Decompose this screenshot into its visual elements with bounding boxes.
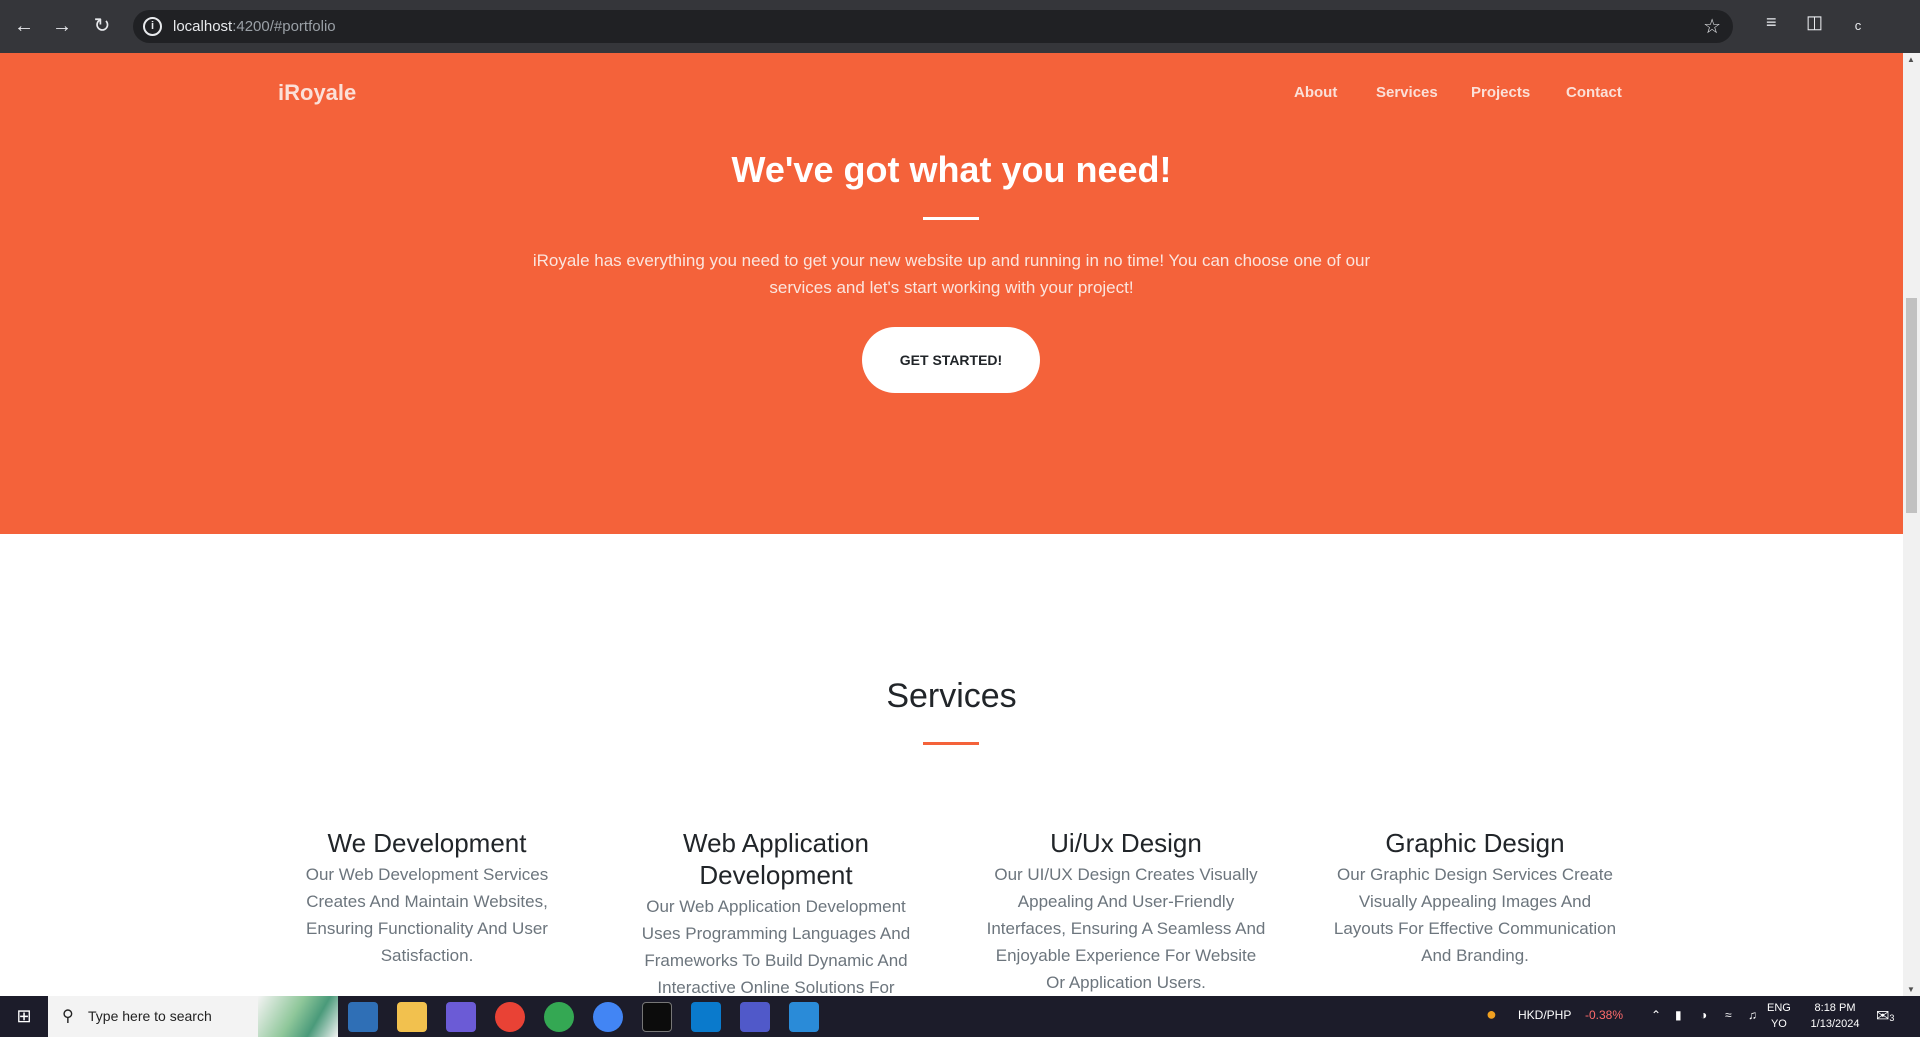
service-title: We Development bbox=[327, 828, 527, 858]
service-title: Graphic Design bbox=[1385, 828, 1565, 858]
service-card-web-application: Web Application Development Our Web Appl… bbox=[626, 827, 926, 996]
chrome-profile-icon[interactable] bbox=[544, 1002, 574, 1032]
language-indicator[interactable]: ENG YO bbox=[1767, 1000, 1791, 1032]
app-icon[interactable] bbox=[446, 1002, 476, 1032]
service-card-web-development: We Development Our Web Development Servi… bbox=[277, 827, 577, 969]
ticker-change: -0.38% bbox=[1585, 1008, 1624, 1022]
search-highlight-image bbox=[258, 996, 338, 1037]
web-page: iRoyale About Services Projects Contact … bbox=[0, 53, 1903, 996]
service-description: Our Web Application Development Uses Pro… bbox=[641, 897, 911, 996]
taskbar-search[interactable]: ⚲ Type here to search bbox=[48, 996, 338, 1037]
terminal-icon[interactable] bbox=[642, 1002, 672, 1032]
forward-icon[interactable]: → bbox=[48, 12, 76, 40]
site-info-icon[interactable]: i bbox=[143, 17, 162, 36]
url-text[interactable]: localhost:4200/#portfolio bbox=[173, 18, 336, 35]
search-icon: ⚲ bbox=[62, 1008, 74, 1025]
windows-taskbar: ⊞ ⚲ Type here to search ● HKD/PHP -0.38%… bbox=[0, 996, 1920, 1037]
chrome-active-icon[interactable] bbox=[593, 1002, 623, 1032]
photos-icon[interactable] bbox=[789, 1002, 819, 1032]
vscode-icon[interactable] bbox=[691, 1002, 721, 1032]
url-host: localhost bbox=[173, 18, 233, 35]
reload-icon[interactable]: ↻ bbox=[88, 12, 116, 40]
service-title: Ui/Ux Design bbox=[1050, 828, 1202, 858]
hero-section: iRoyale About Services Projects Contact … bbox=[0, 53, 1903, 534]
volume-icon[interactable]: ♫ bbox=[1748, 1008, 1757, 1022]
page-scrollbar[interactable]: ▲ ▼ bbox=[1903, 53, 1920, 996]
get-started-button[interactable]: GET STARTED! bbox=[862, 327, 1040, 393]
nav-link-about[interactable]: About bbox=[1294, 84, 1337, 101]
search-placeholder: Type here to search bbox=[88, 1008, 212, 1024]
scrollbar-thumb[interactable] bbox=[1906, 298, 1917, 513]
back-icon[interactable]: ← bbox=[10, 12, 38, 40]
services-divider bbox=[923, 742, 979, 745]
service-description: Our Graphic Design Services Create Visua… bbox=[1333, 865, 1617, 965]
notification-count: 3 bbox=[1889, 1013, 1895, 1023]
notification-icon[interactable]: ✉3 bbox=[1876, 1006, 1894, 1026]
lang-bottom: YO bbox=[1770, 1018, 1787, 1030]
windows-start-icon[interactable]: ⊞ bbox=[0, 996, 48, 1037]
hero-divider bbox=[923, 217, 979, 220]
tray-chevron-icon[interactable]: ⌃ bbox=[1651, 1008, 1661, 1022]
address-bar[interactable]: i localhost:4200/#portfolio ☆ bbox=[133, 10, 1733, 43]
clock-time: 8:18 PM bbox=[1814, 1002, 1856, 1014]
wifi-icon[interactable]: ≈ bbox=[1725, 1008, 1732, 1022]
url-path: :4200/#portfolio bbox=[232, 18, 336, 35]
network-icon[interactable]: ◑ bbox=[1700, 1008, 1707, 1022]
profile-avatar[interactable]: c bbox=[1845, 13, 1871, 39]
site-brand[interactable]: iRoyale bbox=[278, 80, 356, 106]
scroll-up-icon[interactable]: ▲ bbox=[1907, 55, 1915, 64]
service-title: Web Application Development bbox=[683, 828, 869, 890]
ticker-icon: ● bbox=[1486, 1004, 1497, 1024]
teams-icon[interactable] bbox=[740, 1002, 770, 1032]
service-card-ui-ux: Ui/Ux Design Our UI/UX Design Creates Vi… bbox=[976, 827, 1276, 996]
clock-date: 1/13/2024 bbox=[1810, 1018, 1860, 1030]
chrome-icon[interactable] bbox=[495, 1002, 525, 1032]
ticker-label[interactable]: HKD/PHP bbox=[1518, 1008, 1571, 1022]
browser-toolbar: ← → ↻ i localhost:4200/#portfolio ☆ ≡ ◫ … bbox=[0, 0, 1920, 53]
hero-description: iRoyale has everything you need to get y… bbox=[532, 251, 1371, 297]
hero-title: We've got what you need! bbox=[731, 149, 1172, 190]
services-heading: Services bbox=[886, 677, 1017, 715]
reading-list-icon[interactable]: ≡ bbox=[1766, 12, 1777, 33]
bookmark-star-icon[interactable]: ☆ bbox=[1703, 14, 1721, 39]
nav-link-services[interactable]: Services bbox=[1376, 84, 1438, 101]
battery-icon[interactable]: ▮ bbox=[1675, 1008, 1682, 1022]
scroll-down-icon[interactable]: ▼ bbox=[1907, 985, 1915, 994]
nav-link-contact[interactable]: Contact bbox=[1566, 84, 1622, 101]
side-panel-icon[interactable]: ◫ bbox=[1806, 12, 1823, 33]
nav-link-projects[interactable]: Projects bbox=[1471, 84, 1530, 101]
service-description: Our UI/UX Design Creates Visually Appeal… bbox=[986, 865, 1266, 992]
task-view-icon[interactable] bbox=[348, 1002, 378, 1032]
file-explorer-icon[interactable] bbox=[397, 1002, 427, 1032]
service-description: Our Web Development Services Creates And… bbox=[305, 865, 549, 965]
lang-top: ENG bbox=[1767, 1002, 1791, 1014]
service-card-graphic-design: Graphic Design Our Graphic Design Servic… bbox=[1325, 827, 1625, 969]
system-clock[interactable]: 8:18 PM 1/13/2024 bbox=[1795, 1000, 1875, 1032]
